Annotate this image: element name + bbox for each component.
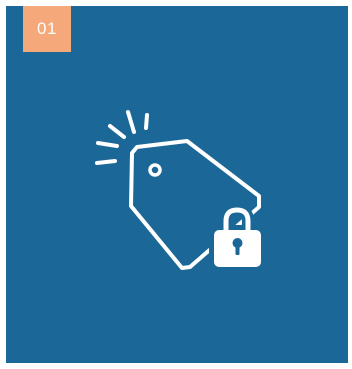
sparkle-lines-icon <box>95 110 149 165</box>
tag-hole-icon <box>148 163 162 177</box>
padlock-icon <box>209 203 267 272</box>
price-tag-lock-icon <box>95 110 267 272</box>
